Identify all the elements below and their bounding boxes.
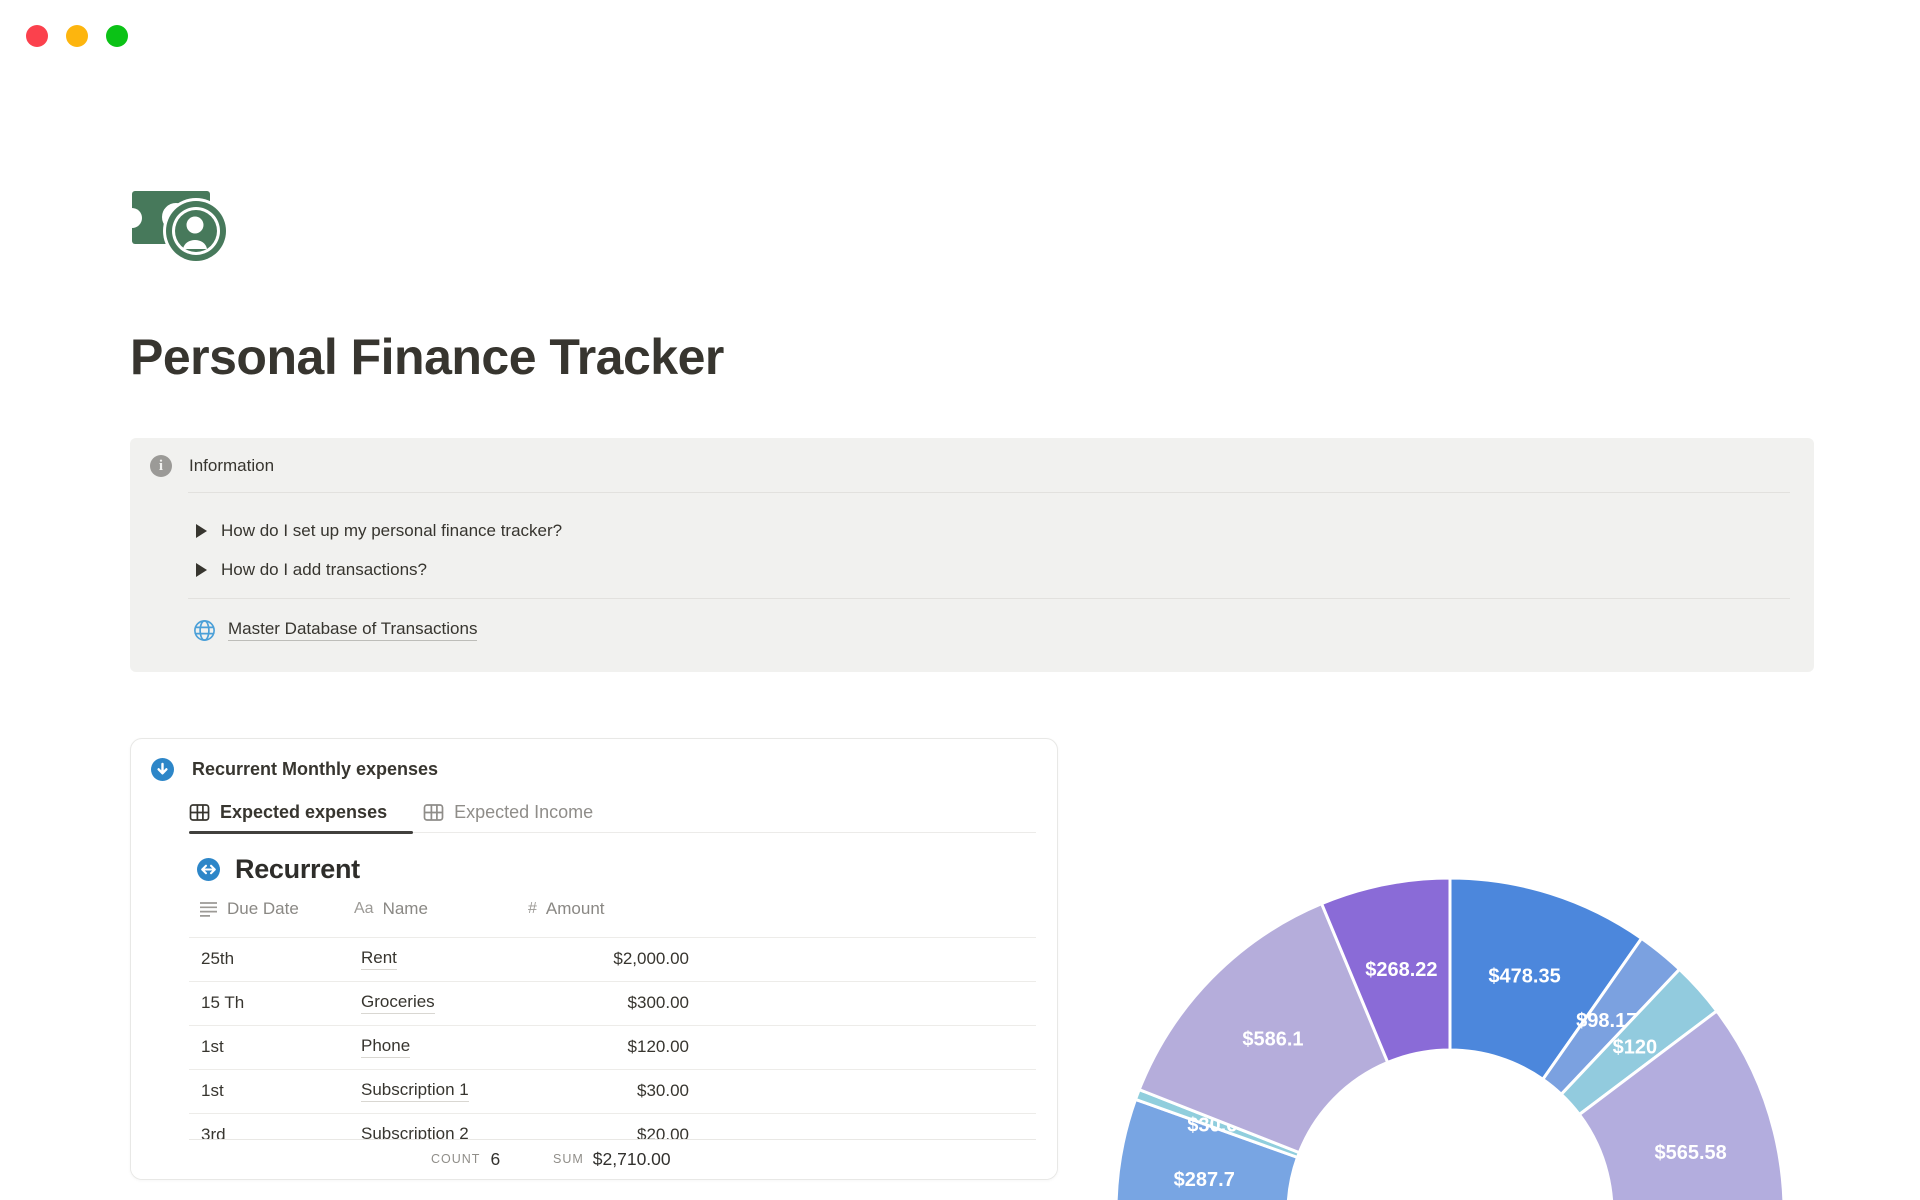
close-window-icon[interactable]: [26, 25, 48, 47]
sum-value: $2,710.00: [592, 1148, 671, 1169]
tab-label[interactable]: Expected expenses: [220, 802, 387, 823]
column-label[interactable]: Name: [383, 899, 428, 919]
active-tab-underline: [189, 830, 413, 834]
tab-expected-income[interactable]: Expected Income: [423, 802, 593, 823]
title-icon: Aa: [354, 900, 374, 917]
table-row[interactable]: 25th Rent $2,000.00: [189, 937, 1036, 981]
column-name[interactable]: Aa Name: [354, 899, 428, 919]
donut-segment-label: $120: [1613, 1037, 1658, 1059]
amount-cell[interactable]: $2,000.00: [529, 937, 689, 981]
column-label[interactable]: Amount: [546, 899, 605, 919]
donut-segment-label: $268.22: [1365, 959, 1437, 981]
callout-header: i Information: [150, 455, 274, 477]
toggle-add-transactions-question[interactable]: How do I add transactions?: [196, 557, 427, 583]
count-label: COUNT: [431, 1152, 481, 1166]
name-cell[interactable]: Groceries: [361, 981, 435, 1025]
donut-segment-label: $565.58: [1654, 1142, 1726, 1164]
master-database-link-row[interactable]: Master Database of Transactions: [193, 617, 478, 643]
name-cell[interactable]: Subscription 1: [361, 1069, 469, 1113]
zoom-window-icon[interactable]: [106, 25, 128, 47]
master-database-link[interactable]: Master Database of Transactions: [228, 619, 478, 641]
money-banknote-coin-icon[interactable]: [132, 183, 237, 262]
number-icon: #: [528, 900, 537, 917]
window-controls: [26, 25, 128, 47]
view-tabs: Expected expenses Expected Income: [189, 796, 593, 828]
column-due-date[interactable]: Due Date: [199, 899, 299, 919]
info-icon: i: [150, 455, 172, 477]
section-title: Recurrent: [235, 854, 360, 884]
minimize-window-icon[interactable]: [66, 25, 88, 47]
divider: [188, 492, 1790, 493]
toggle-setup-question[interactable]: How do I set up my personal finance trac…: [196, 518, 562, 544]
amount-cell[interactable]: $30.00: [529, 1069, 689, 1113]
amount-cell[interactable]: $300.00: [529, 981, 689, 1025]
notion-personal-finance-page: { "window": { "controls": ["close", "min…: [0, 0, 1920, 1200]
name-cell[interactable]: Phone: [361, 1025, 411, 1069]
table-icon: [189, 803, 210, 821]
toggle-label[interactable]: How do I set up my personal finance trac…: [221, 521, 562, 541]
table-aggregate-footer: COUNT 6 SUM $2,710.00: [131, 1139, 1057, 1179]
table-row[interactable]: 15 Th Groceries $300.00: [189, 981, 1036, 1025]
due-date-cell[interactable]: 1st: [201, 1025, 224, 1069]
text-lines-icon: [200, 902, 217, 917]
callout-title: Information: [189, 456, 275, 475]
arrows-left-right-circle-icon: [197, 858, 220, 881]
toggle-triangle-icon[interactable]: [196, 563, 207, 577]
table-icon: [423, 803, 444, 821]
toggle-label[interactable]: How do I add transactions?: [221, 560, 427, 580]
count-value: 6: [490, 1148, 501, 1169]
donut-segment-label: $478.35: [1488, 965, 1560, 987]
count-aggregate[interactable]: COUNT 6: [431, 1139, 500, 1179]
column-label[interactable]: Due Date: [227, 899, 299, 919]
name-cell[interactable]: Rent: [361, 937, 397, 981]
recurrent-expenses-card: Recurrent Monthly expenses Expected expe…: [130, 738, 1058, 1180]
sum-aggregate[interactable]: SUM $2,710.00: [553, 1139, 671, 1179]
tab-expected-expenses[interactable]: Expected expenses: [189, 802, 387, 823]
due-date-cell[interactable]: 1st: [201, 1069, 224, 1113]
information-callout: i Information How do I set up my persona…: [130, 438, 1814, 672]
table-column-headers: Due Date Aa Name # Amount: [131, 899, 1057, 937]
tab-label[interactable]: Expected Income: [454, 802, 593, 823]
sum-label: SUM: [553, 1152, 584, 1166]
arrow-down-circle-icon: [151, 758, 174, 781]
column-amount[interactable]: # Amount: [528, 899, 605, 919]
due-date-cell[interactable]: 25th: [201, 937, 234, 981]
table-row[interactable]: 1st Phone $120.00: [189, 1025, 1036, 1069]
globe-icon: [194, 619, 215, 641]
donut-segment-label: $287.7: [1174, 1169, 1235, 1191]
card-title: Recurrent Monthly expenses: [192, 759, 439, 779]
page-title[interactable]: Personal Finance Tracker: [130, 328, 724, 386]
donut-segment-label: $586.1: [1242, 1028, 1303, 1050]
card-header: Recurrent Monthly expenses: [151, 758, 438, 781]
table-row[interactable]: 1st Subscription 1 $30.00: [189, 1069, 1036, 1113]
due-date-cell[interactable]: 15 Th: [201, 981, 244, 1025]
expenses-donut-chart: $478.35$98.17$120$565.58$287.7$30.68$586…: [1114, 876, 1786, 1200]
toggle-triangle-icon[interactable]: [196, 524, 207, 538]
recurrent-section-header: Recurrent: [197, 854, 360, 885]
divider: [188, 598, 1790, 599]
amount-cell[interactable]: $120.00: [529, 1025, 689, 1069]
